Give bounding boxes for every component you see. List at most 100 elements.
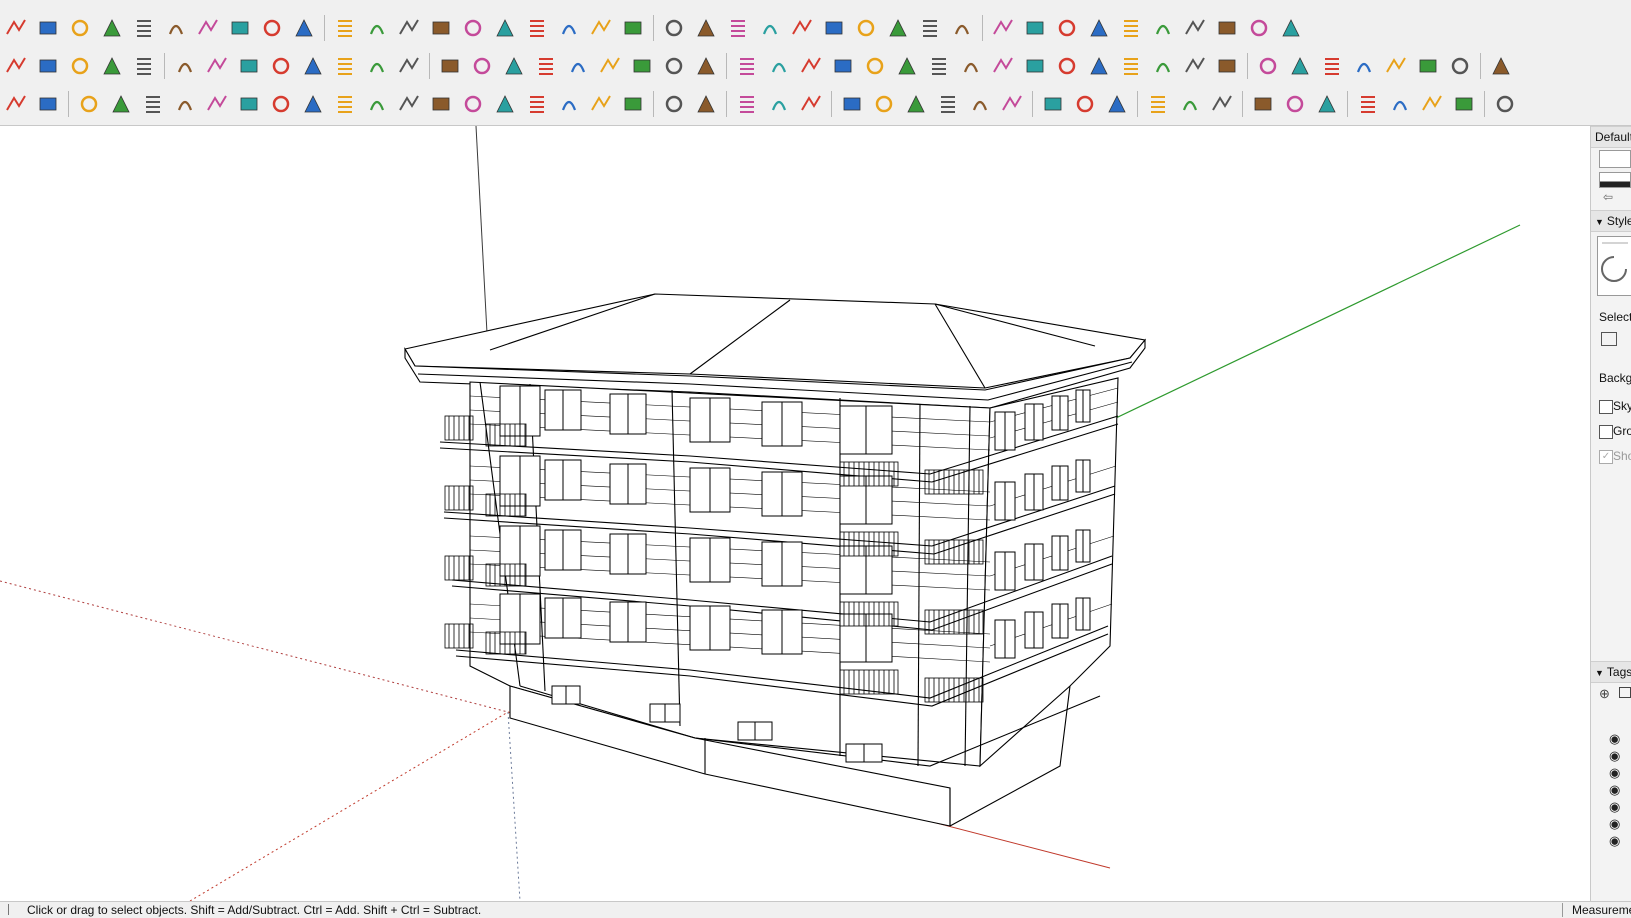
grid-gold-tool-button[interactable] (1117, 52, 1145, 80)
back-arrow-icon[interactable]: ⇦ (1603, 190, 1613, 204)
plane-yellow-tool-button[interactable] (34, 52, 62, 80)
explode-tool-button[interactable] (1149, 52, 1177, 80)
frame-blue-tool-button[interactable] (1021, 52, 1049, 80)
move-tool-button[interactable] (98, 14, 126, 42)
grid-tool-button[interactable] (491, 14, 519, 42)
align-right-tool-button[interactable] (902, 90, 930, 118)
cut-tool-button[interactable] (459, 14, 487, 42)
tag-visibility-eye-icon[interactable]: ◉ (1609, 833, 1620, 849)
dimension-tool-button[interactable] (1286, 52, 1314, 80)
style-preview[interactable] (1597, 236, 1631, 296)
push-pull-tool-button[interactable] (194, 14, 222, 42)
triangle-tool-button[interactable] (596, 52, 624, 80)
column-tool-button[interactable] (1117, 14, 1145, 42)
eraser-tool-button[interactable] (34, 14, 62, 42)
undo-red-tool-button[interactable] (797, 52, 825, 80)
spline-tool-button[interactable] (1181, 52, 1209, 80)
plane-white-tool-button[interactable] (130, 52, 158, 80)
arc-red-tool-button[interactable] (459, 90, 487, 118)
zigzag-green-tool-button[interactable] (363, 90, 391, 118)
table-cross-tool-button[interactable] (1208, 90, 1236, 118)
box-tool-button[interactable] (299, 52, 327, 80)
sphere-tool-button[interactable] (1149, 14, 1177, 42)
paste-tool-button[interactable] (1418, 90, 1446, 118)
joint-tool-button[interactable] (523, 14, 551, 42)
drop-tool-button[interactable] (564, 52, 592, 80)
arc-green-tool-button[interactable] (235, 90, 263, 118)
spiral-tool-button[interactable] (299, 90, 327, 118)
add-tag-icon[interactable]: ⊕ (1599, 686, 1610, 702)
arc-small-tool-button[interactable] (427, 90, 455, 118)
rotate-tool-button[interactable] (130, 14, 158, 42)
railing-tool-button[interactable] (1085, 14, 1113, 42)
layers-tool-button[interactable] (660, 90, 688, 118)
circle-red-tool-button[interactable] (587, 90, 615, 118)
add-green-tool-button[interactable] (468, 52, 496, 80)
model-viewport[interactable] (0, 126, 1590, 901)
mesh-hatch-tool-button[interactable] (1281, 90, 1309, 118)
section-alt-tool-button[interactable] (1382, 52, 1410, 80)
scale-balance-tool-button[interactable] (1487, 52, 1515, 80)
tree-tool-button[interactable] (829, 52, 857, 80)
style-edit-icon[interactable] (1601, 332, 1617, 346)
polyline-blue-tool-button[interactable] (491, 90, 519, 118)
follow-me-tool-button[interactable] (162, 14, 190, 42)
arc-tool-button[interactable] (290, 14, 318, 42)
chamfer-tool-button[interactable] (363, 14, 391, 42)
move-blue-tool-button[interactable] (1450, 90, 1478, 118)
wave-tool-button[interactable] (171, 90, 199, 118)
bezier-tool-button[interactable] (203, 90, 231, 118)
points-tool-button[interactable] (395, 52, 423, 80)
table-blue-tool-button[interactable] (1176, 90, 1204, 118)
plane-blue-tool-button[interactable] (2, 52, 30, 80)
checker-tool-button[interactable] (1354, 90, 1382, 118)
paint-brush-tool-button[interactable] (1318, 52, 1346, 80)
loft-tool-button[interactable] (1277, 14, 1305, 42)
pencil-tool-button[interactable] (1254, 52, 1282, 80)
wall-tool-button[interactable] (1021, 14, 1049, 42)
arc-tool-tool-button[interactable] (75, 90, 103, 118)
table-tool-button[interactable] (1144, 90, 1172, 118)
wrench-tool-button[interactable] (555, 90, 583, 118)
house-tool-button[interactable] (1313, 90, 1341, 118)
export-tool-button[interactable] (861, 52, 889, 80)
pipe-tool-button[interactable] (331, 52, 359, 80)
stair-tool-button[interactable] (660, 14, 688, 42)
lathe-tool-button[interactable] (820, 14, 848, 42)
sky-checkbox[interactable] (1599, 400, 1613, 414)
panel-tool-button[interactable] (1491, 90, 1519, 118)
section-grid-tool-button[interactable] (1071, 90, 1099, 118)
tags-header[interactable]: ▼ Tags (1591, 661, 1631, 683)
align-center-tool-button[interactable] (870, 90, 898, 118)
offset-tool-button[interactable] (226, 14, 254, 42)
bend-tool-button[interactable] (363, 52, 391, 80)
show-checkbox[interactable]: ✓ (1599, 450, 1613, 464)
tag-visibility-eye-icon[interactable]: ◉ (1609, 731, 1620, 747)
rectangle-tool-button[interactable] (267, 90, 295, 118)
flag-tool-button[interactable] (267, 52, 295, 80)
curve-tool-button[interactable] (1245, 14, 1273, 42)
extrude-tool-button[interactable] (427, 14, 455, 42)
magnet-tool-button[interactable] (2, 90, 30, 118)
select-tab-label[interactable]: Select (1599, 310, 1631, 324)
select-tool-button[interactable] (66, 14, 94, 42)
weld-tool-button[interactable] (852, 14, 880, 42)
add-red-tool-button[interactable] (436, 52, 464, 80)
align-left-tool-button[interactable] (838, 90, 866, 118)
section-tool-button[interactable] (1350, 52, 1378, 80)
mesh-tool-button[interactable] (1249, 90, 1277, 118)
solid-tool-button[interactable] (34, 90, 62, 118)
plane-green-tool-button[interactable] (66, 52, 94, 80)
component-tool-button[interactable] (989, 52, 1017, 80)
ground-checkbox[interactable] (1599, 425, 1613, 439)
move-cross-tool-button[interactable] (733, 52, 761, 80)
tag-visibility-eye-icon[interactable]: ◉ (1609, 782, 1620, 798)
copy-tool-button[interactable] (1386, 90, 1414, 118)
polygon-tool-button[interactable] (523, 90, 551, 118)
grid-yellow-tool-button[interactable] (1053, 52, 1081, 80)
terrain-tool-button[interactable] (692, 90, 720, 118)
fillet-tool-button[interactable] (331, 14, 359, 42)
tube-tool-button[interactable] (1181, 14, 1209, 42)
section-plane-tool-button[interactable] (1039, 90, 1067, 118)
hatch-tool-button[interactable] (1053, 14, 1081, 42)
